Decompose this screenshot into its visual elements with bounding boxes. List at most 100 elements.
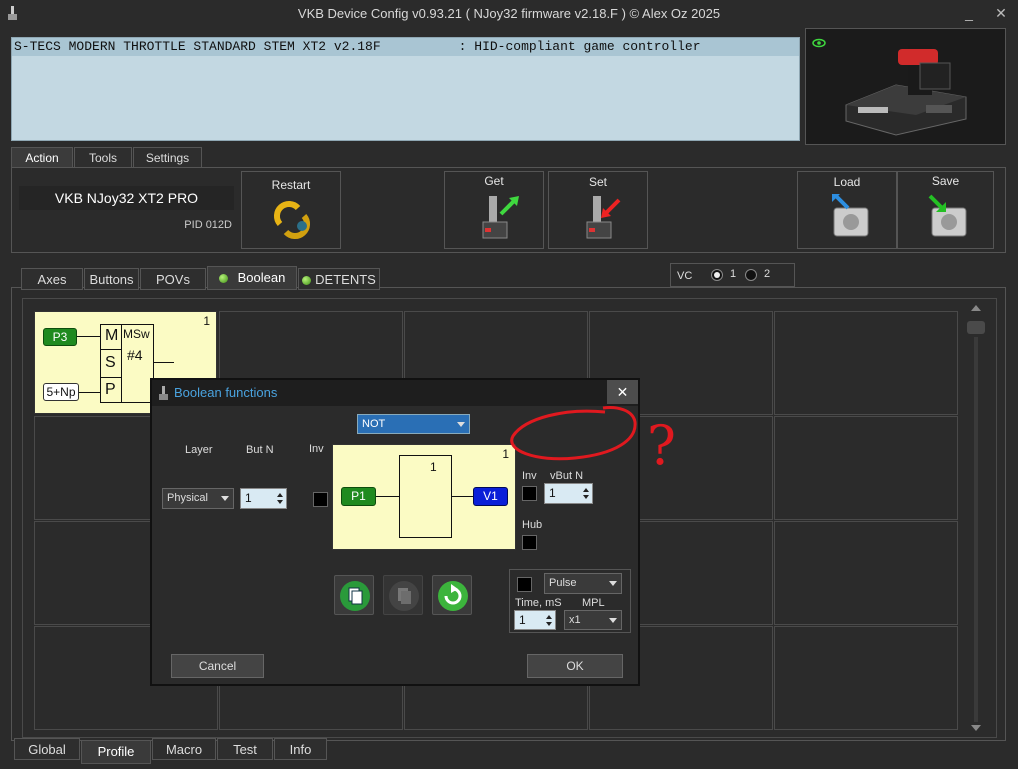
tab-action[interactable]: Action xyxy=(11,147,73,168)
load-disk-icon xyxy=(828,194,872,243)
tab-profile[interactable]: Profile xyxy=(81,740,151,764)
device-list-row[interactable]: S-TECS MODERN THROTTLE STANDARD STEM XT2… xyxy=(12,38,799,56)
vc-option-1-label: 1 xyxy=(730,268,737,280)
hub-checkbox[interactable] xyxy=(522,535,537,550)
block-function-number: #4 xyxy=(127,347,143,363)
spin-down-icon[interactable] xyxy=(277,500,283,504)
eye-icon[interactable] xyxy=(812,37,826,51)
spin-up-icon[interactable] xyxy=(277,493,283,497)
device-image-panel xyxy=(805,28,1006,145)
not-gate-diagram: 1 1 P1 V1 xyxy=(332,444,516,550)
block-row-p: P xyxy=(105,381,116,398)
block-corner-number: 1 xyxy=(203,314,210,328)
butn-spinner[interactable]: 1 xyxy=(240,488,287,509)
diagram-input-p1[interactable]: P1 xyxy=(341,487,376,506)
function-select[interactable]: NOT xyxy=(357,414,470,434)
device-list[interactable]: S-TECS MODERN THROTTLE STANDARD STEM XT2… xyxy=(11,37,800,141)
set-button[interactable]: Set xyxy=(548,171,648,249)
pulse-select[interactable]: Pulse xyxy=(544,573,622,594)
tab-detents-label: DETENTS xyxy=(315,272,376,287)
spin-up-icon[interactable] xyxy=(546,615,552,619)
boolean-cell[interactable] xyxy=(774,416,958,520)
close-window-icon[interactable]: ✕ xyxy=(990,2,1012,24)
tab-macro[interactable]: Macro xyxy=(152,738,216,760)
dialog-title: Boolean functions xyxy=(174,385,278,400)
time-spinner[interactable]: 1 xyxy=(514,610,556,630)
pulse-group: Pulse Time, mS MPL 1 x1 xyxy=(509,569,631,633)
vc-radio-2[interactable] xyxy=(745,269,757,281)
device-name: VKB NJoy32 XT2 PRO xyxy=(19,186,234,210)
block-row-s: S xyxy=(105,354,116,371)
load-label: Load xyxy=(833,175,861,189)
block-line-bottom xyxy=(79,392,100,393)
restart-icon xyxy=(272,200,312,243)
restart-label: Restart xyxy=(271,178,311,192)
restart-button[interactable]: Restart xyxy=(241,171,341,249)
layer-select-value: Physical xyxy=(167,492,208,504)
minimize-icon[interactable]: _ xyxy=(958,2,980,24)
boolean-cell[interactable] xyxy=(774,311,958,415)
get-label: Get xyxy=(484,174,504,188)
tab-settings[interactable]: Settings xyxy=(133,147,202,168)
detents-led-icon xyxy=(302,276,312,286)
set-label: Set xyxy=(588,175,607,189)
refresh-icon xyxy=(438,581,468,611)
vc-selector: VC 1 2 xyxy=(670,263,795,287)
block-function-name: MSw xyxy=(123,327,150,341)
layer-select[interactable]: Physical xyxy=(162,488,234,509)
tab-buttons[interactable]: Buttons xyxy=(84,268,139,290)
function-select-value: NOT xyxy=(362,418,386,430)
pulse-checkbox[interactable] xyxy=(517,577,532,592)
tab-test[interactable]: Test xyxy=(217,738,273,760)
block-switch-body: M S P MSw #4 xyxy=(100,324,154,403)
tab-boolean[interactable]: Boolean xyxy=(207,266,297,290)
get-joystick-icon xyxy=(475,194,519,245)
set-joystick-icon xyxy=(579,194,623,245)
time-value: 1 xyxy=(519,613,526,627)
block-input-bottom[interactable]: 5+Np xyxy=(43,383,79,401)
butn-value: 1 xyxy=(245,491,252,505)
boolean-cell[interactable] xyxy=(774,521,958,625)
tab-tools[interactable]: Tools xyxy=(74,147,132,168)
inv-checkbox[interactable] xyxy=(313,492,328,507)
mpl-label: MPL xyxy=(582,597,605,609)
get-button[interactable]: Get xyxy=(444,171,544,249)
vc-radio-1[interactable] xyxy=(711,269,723,281)
device-pid: PID 012D xyxy=(184,219,232,231)
reset-button[interactable] xyxy=(432,575,472,615)
tab-povs[interactable]: POVs xyxy=(140,268,206,290)
tab-info[interactable]: Info xyxy=(274,738,327,760)
time-label: Time, mS xyxy=(515,597,562,609)
chevron-down-icon xyxy=(221,496,229,501)
mpl-select-value: x1 xyxy=(569,614,581,626)
window-title: VKB Device Config v0.93.21 ( NJoy32 firm… xyxy=(297,6,721,21)
mpl-select[interactable]: x1 xyxy=(564,610,622,630)
tab-detents[interactable]: DETENTS xyxy=(298,268,380,290)
save-disk-icon xyxy=(926,194,970,243)
block-line-top xyxy=(77,336,100,337)
spin-down-icon[interactable] xyxy=(583,495,589,499)
block-line-out xyxy=(154,362,174,363)
spin-down-icon[interactable] xyxy=(546,622,552,626)
inv-label: Inv xyxy=(309,443,324,455)
copy-button[interactable] xyxy=(334,575,374,615)
tab-global[interactable]: Global xyxy=(14,738,80,760)
load-button[interactable]: Load xyxy=(797,171,897,249)
vc-label: VC xyxy=(677,270,693,282)
gate-body: 1 xyxy=(399,455,452,538)
save-button[interactable]: Save xyxy=(897,171,994,249)
title-bar: VKB Device Config v0.93.21 ( NJoy32 firm… xyxy=(0,0,1018,28)
block-input-top[interactable]: P3 xyxy=(43,328,77,346)
boolean-cell[interactable] xyxy=(774,626,958,730)
cancel-button[interactable]: Cancel xyxy=(171,654,264,678)
paste-button[interactable] xyxy=(383,575,423,615)
block-row-m: M xyxy=(105,327,119,344)
pulse-select-value: Pulse xyxy=(549,577,577,589)
diagram-output-v1[interactable]: V1 xyxy=(473,487,508,506)
ok-button[interactable]: OK xyxy=(527,654,623,678)
throttle-device-image xyxy=(836,35,976,142)
tab-axes[interactable]: Axes xyxy=(21,268,83,290)
paste-icon xyxy=(389,581,419,611)
block-row-divider-2 xyxy=(101,377,121,378)
tab-boolean-label: Boolean xyxy=(237,270,286,285)
